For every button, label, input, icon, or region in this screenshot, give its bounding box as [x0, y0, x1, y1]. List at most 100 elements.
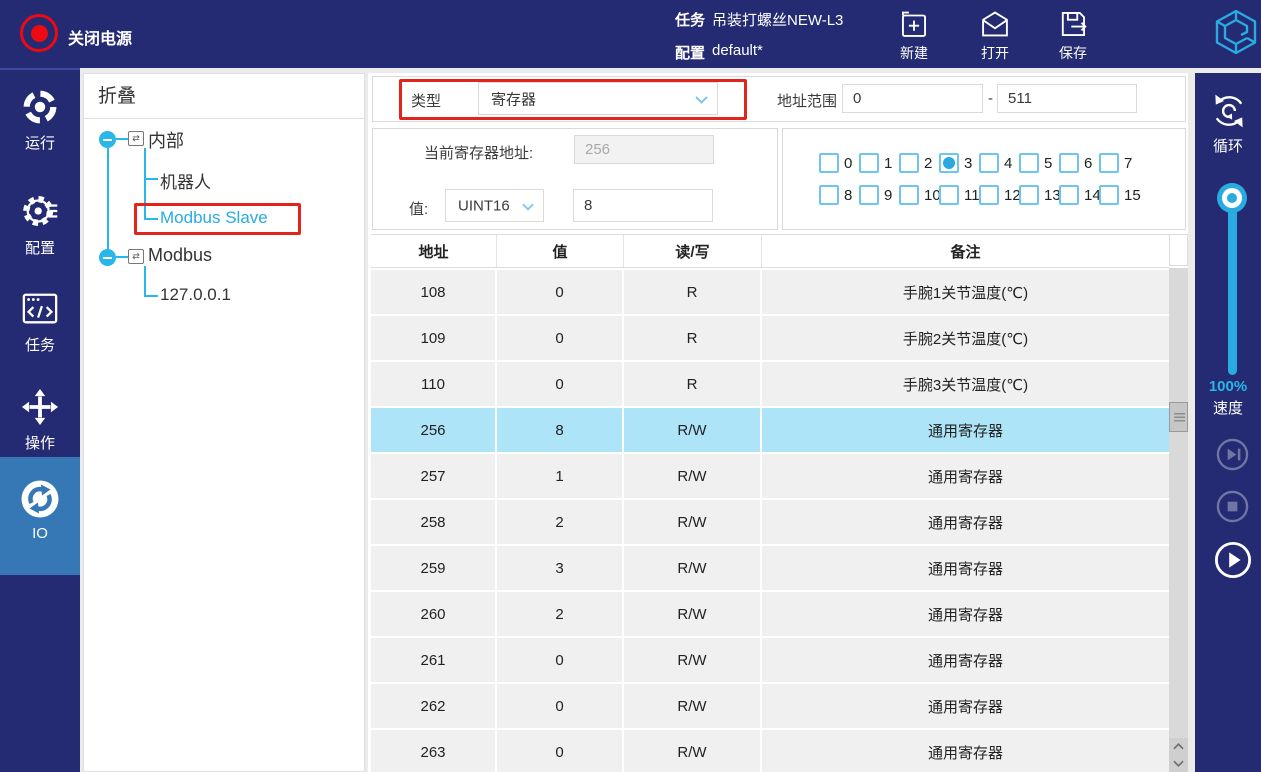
bit-checkbox-1[interactable] [859, 153, 879, 173]
bit-checkbox-13[interactable] [1019, 185, 1039, 205]
cell-rw: R/W [624, 592, 762, 636]
stop-button[interactable] [1216, 490, 1249, 528]
cell-rw: R/W [624, 408, 762, 452]
bit-label: 1 [884, 155, 892, 172]
tree-node-modbus[interactable]: Modbus [148, 245, 212, 266]
minus-icon [103, 257, 112, 259]
topbar: 关闭电源 任务 吊装打螺丝NEW-L3 配置 default* 新建 打开 保存 [0, 0, 1261, 68]
bit-checkbox-3[interactable] [939, 153, 959, 173]
bit-checkbox-0[interactable] [819, 153, 839, 173]
sidebar-item-run[interactable]: 运行 [0, 88, 80, 153]
io-swap-icon [20, 479, 60, 519]
bit-label: 8 [844, 187, 852, 204]
cell-note: 通用寄存器 [762, 408, 1169, 452]
cell-address: 262 [371, 684, 497, 728]
bit-cell: 7 [1099, 151, 1139, 175]
table-row-258[interactable]: 2582R/W通用寄存器 [371, 500, 1169, 544]
addr-to-input[interactable] [997, 84, 1137, 113]
bit-checkbox-9[interactable] [859, 185, 879, 205]
speed-label: 速度 [1195, 397, 1261, 418]
node-type-icon: ⇄ [128, 131, 144, 146]
cell-rw: R/W [624, 638, 762, 682]
tree-node-127001[interactable]: 127.0.0.1 [160, 285, 231, 305]
bit-checkbox-15[interactable] [1099, 185, 1119, 205]
value-input[interactable] [573, 189, 713, 222]
table-row-261[interactable]: 2610R/W通用寄存器 [371, 638, 1169, 682]
cell-value: 3 [497, 546, 624, 590]
cell-rw: R [624, 362, 762, 406]
bit-cell: 3 [939, 151, 979, 175]
sidebar-item-operate[interactable]: 操作 [0, 388, 80, 453]
bit-checkbox-10[interactable] [899, 185, 919, 205]
sidebar-item-task[interactable]: 任务 [0, 290, 80, 355]
new-button[interactable]: 新建 [882, 7, 946, 63]
cell-value: 2 [497, 592, 624, 636]
scrollbar-track[interactable] [1169, 268, 1188, 738]
tree-node-robot[interactable]: 机器人 [160, 168, 211, 193]
sidebar-item-io[interactable]: IO [0, 479, 80, 542]
play-button[interactable] [1214, 541, 1252, 584]
addr-from-input[interactable] [842, 84, 983, 113]
value-type-select[interactable]: UINT16 [445, 189, 544, 222]
table-row-262[interactable]: 2620R/W通用寄存器 [371, 684, 1169, 728]
bit-checkbox-2[interactable] [899, 153, 919, 173]
tree-toggle-internal[interactable] [99, 131, 116, 148]
table-row-109[interactable]: 1090R手腕2关节温度(℃) [371, 316, 1169, 360]
scroll-up-button[interactable] [1169, 738, 1188, 755]
step-button[interactable] [1216, 438, 1249, 476]
current-addr-label: 当前寄存器地址: [424, 142, 533, 163]
scroll-down-button[interactable] [1169, 755, 1188, 772]
cell-rw: R/W [624, 454, 762, 498]
header-address: 地址 [371, 235, 497, 267]
table-scrollbar [1169, 234, 1188, 772]
bit-checkbox-14[interactable] [1059, 185, 1079, 205]
sidebar-item-label: 任务 [0, 334, 80, 355]
table-row-108[interactable]: 1080R手腕1关节温度(℃) [371, 270, 1169, 314]
tree-connector [144, 178, 158, 180]
bit-checkbox-4[interactable] [979, 153, 999, 173]
cell-note: 手腕3关节温度(℃) [762, 362, 1169, 406]
speed-slider-track[interactable] [1228, 200, 1237, 375]
cell-address: 256 [371, 408, 497, 452]
table-row-259[interactable]: 2593R/W通用寄存器 [371, 546, 1169, 590]
current-addr-input [574, 135, 714, 164]
tree-connector [116, 256, 128, 258]
table-row-263[interactable]: 2630R/W通用寄存器 [371, 730, 1169, 772]
bit-checkbox-7[interactable] [1099, 153, 1119, 173]
table-row-110[interactable]: 1100R手腕3关节温度(℃) [371, 362, 1169, 406]
bit-grid: 0123456789101112131415 [819, 151, 1139, 207]
tree-connector [144, 148, 146, 220]
bit-checkbox-6[interactable] [1059, 153, 1079, 173]
grip-icon [1174, 413, 1185, 422]
sidebar-item-label: 运行 [0, 132, 80, 153]
chevron-down-icon [695, 96, 708, 104]
power-button[interactable] [20, 14, 58, 52]
cell-rw: R [624, 270, 762, 314]
loop-icon[interactable] [1209, 91, 1249, 136]
table-row-260[interactable]: 2602R/W通用寄存器 [371, 592, 1169, 636]
tree-toggle-modbus[interactable] [99, 249, 116, 266]
scrollbar-thumb[interactable] [1169, 402, 1188, 432]
table-row-257[interactable]: 2571R/W通用寄存器 [371, 454, 1169, 498]
save-button[interactable]: 保存 [1041, 7, 1105, 63]
cell-note: 通用寄存器 [762, 592, 1169, 636]
open-button[interactable]: 打开 [963, 7, 1027, 63]
type-select[interactable]: 寄存器 [478, 82, 718, 115]
bit-checkbox-11[interactable] [939, 185, 959, 205]
speed-slider-knob[interactable] [1217, 183, 1247, 213]
table-row-256[interactable]: 2568R/W通用寄存器 [371, 408, 1169, 452]
sidebar-item-config[interactable]: 配置 [0, 191, 80, 258]
bit-checkbox-8[interactable] [819, 185, 839, 205]
bit-cell: 10 [899, 183, 939, 207]
cell-value: 0 [497, 316, 624, 360]
bit-checkbox-12[interactable] [979, 185, 999, 205]
collapse-header[interactable]: 折叠 [84, 74, 364, 119]
tree-node-internal[interactable]: 内部 [148, 127, 184, 153]
tree-node-modbus-slave[interactable]: Modbus Slave [160, 208, 268, 228]
bit-label: 4 [1004, 155, 1012, 172]
cell-address: 258 [371, 500, 497, 544]
bit-checkbox-5[interactable] [1019, 153, 1039, 173]
sidebar-item-label: 操作 [0, 432, 80, 453]
type-select-value: 寄存器 [491, 88, 536, 109]
cell-value: 0 [497, 638, 624, 682]
